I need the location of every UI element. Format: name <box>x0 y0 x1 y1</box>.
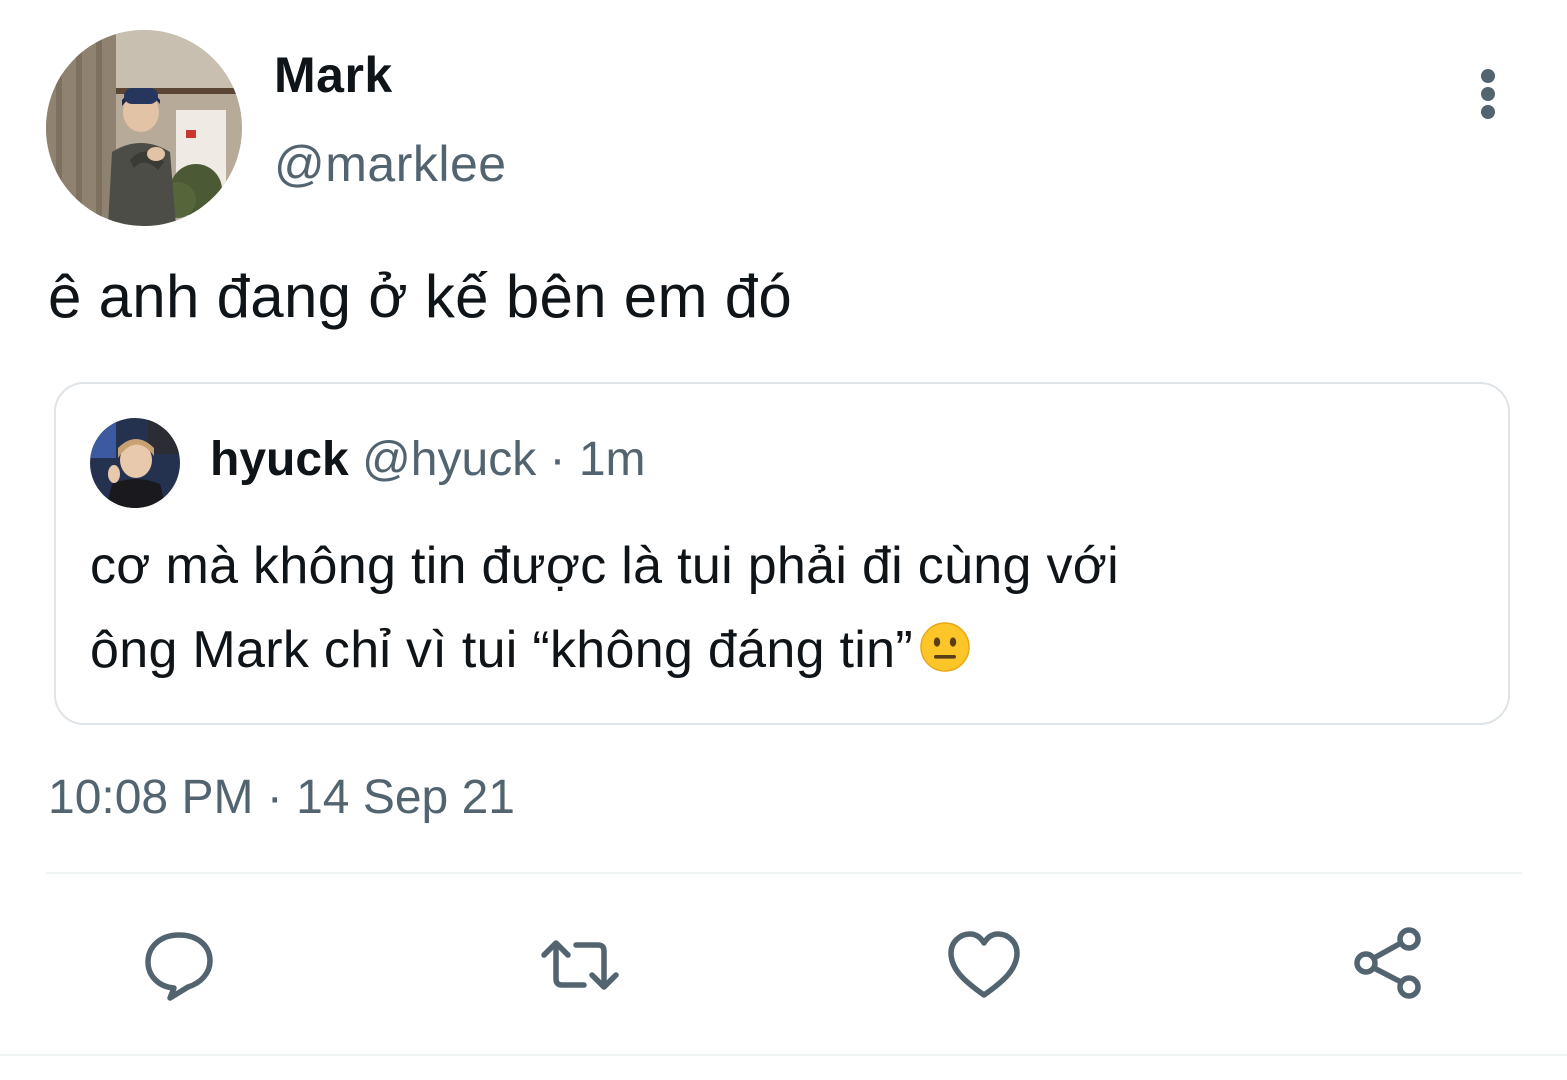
quoted-tweet-time: 1m <box>578 433 646 486</box>
quoted-text-line-2-text: ông Mark chỉ vì tui “không đáng tin” <box>90 621 913 679</box>
quoted-separator: · <box>536 433 579 486</box>
share-button[interactable] <box>1349 925 1429 1005</box>
quoted-author-handle[interactable]: @hyuck <box>362 433 536 486</box>
retweet-icon <box>541 940 619 990</box>
quoted-text-line-2: ông Mark chỉ vì tui “không đáng tin” <box>90 608 1470 698</box>
share-icon <box>1354 927 1421 999</box>
quoted-author-avatar[interactable] <box>90 418 180 508</box>
more-vertical-icon <box>1481 69 1495 119</box>
heart-icon <box>948 931 1020 998</box>
quoted-author-name[interactable]: hyuck <box>210 433 349 486</box>
divider <box>46 872 1522 874</box>
author-handle[interactable]: @marklee <box>274 135 507 193</box>
quoted-tweet-text: cơ mà không tin được là tui phải đi cùng… <box>90 524 1470 698</box>
like-button[interactable] <box>944 925 1024 1005</box>
quoted-tweet-header: hyuck @hyuck · 1m <box>210 432 646 487</box>
retweet-button[interactable] <box>540 925 620 1005</box>
more-options-button[interactable] <box>1466 66 1510 122</box>
reply-button[interactable] <box>139 925 219 1005</box>
author-avatar[interactable] <box>46 30 242 226</box>
quoted-text-line-1: cơ mà không tin được là tui phải đi cùng… <box>90 537 1120 595</box>
tweet-timestamp[interactable]: 10:08 PM · 14 Sep 21 <box>48 770 515 825</box>
neutral-face-emoji-icon <box>919 614 971 698</box>
divider <box>0 1054 1567 1056</box>
reply-icon <box>145 932 213 1001</box>
tweet-text: ê anh đang ở kế bên em đó <box>48 263 793 330</box>
author-display-name[interactable]: Mark <box>274 46 393 104</box>
quoted-tweet-card[interactable]: hyuck @hyuck · 1m cơ mà không tin được l… <box>54 382 1510 725</box>
